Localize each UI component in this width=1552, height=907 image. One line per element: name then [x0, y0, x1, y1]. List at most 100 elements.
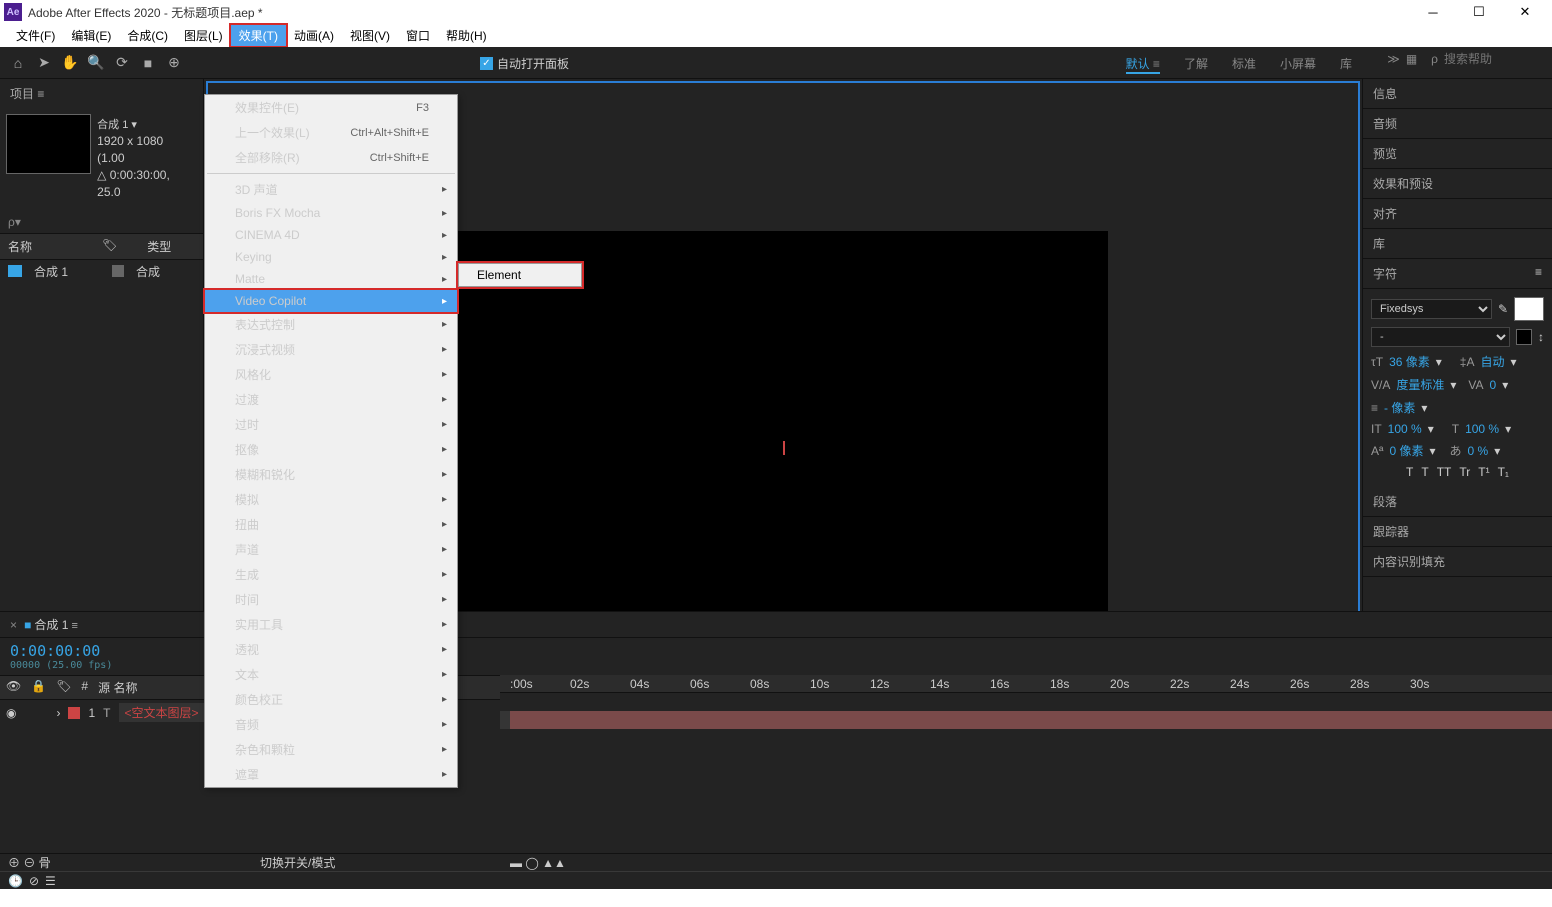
- menu-category[interactable]: 过渡▸: [205, 387, 457, 412]
- menu-category[interactable]: 颜色校正▸: [205, 687, 457, 712]
- menu-category[interactable]: 生成▸: [205, 562, 457, 587]
- toggle-switches[interactable]: 切换开关/模式: [260, 854, 335, 871]
- home-icon[interactable]: ⌂: [8, 53, 28, 73]
- auto-open-panel-checkbox[interactable]: ✓ 自动打开面板: [480, 55, 569, 72]
- layer-color[interactable]: [68, 707, 80, 719]
- menu-category[interactable]: 抠像▸: [205, 437, 457, 462]
- menu-category[interactable]: Keying▸: [205, 246, 457, 268]
- menu-category[interactable]: 声道▸: [205, 537, 457, 562]
- menu-category[interactable]: Boris FX Mocha▸: [205, 202, 457, 224]
- selection-tool-icon[interactable]: ➤: [34, 53, 54, 73]
- project-search[interactable]: ρ▾: [0, 211, 203, 233]
- fill-color[interactable]: [1514, 297, 1544, 321]
- kerning[interactable]: 度量标准: [1396, 376, 1444, 393]
- menu-1[interactable]: 编辑(E): [63, 25, 119, 46]
- eye-icon[interactable]: 👁: [6, 679, 21, 696]
- status-icon-2[interactable]: ⊘: [29, 874, 39, 888]
- col-type[interactable]: 类型: [147, 238, 171, 255]
- layer-name[interactable]: <空文本图层>: [119, 703, 205, 722]
- leading[interactable]: 自动: [1480, 353, 1504, 370]
- menu-category[interactable]: 实用工具▸: [205, 612, 457, 637]
- menu-category[interactable]: 风格化▸: [205, 362, 457, 387]
- menu-category[interactable]: 3D 声道▸: [205, 177, 457, 202]
- menu-category[interactable]: Matte▸: [205, 268, 457, 290]
- menu-category[interactable]: 模糊和锐化▸: [205, 462, 457, 487]
- text-style[interactable]: T: [1406, 465, 1413, 479]
- rotate-tool-icon[interactable]: ⟳: [112, 53, 132, 73]
- project-row[interactable]: 合成 1 合成: [0, 260, 203, 283]
- stroke-width[interactable]: - 像素: [1384, 399, 1415, 416]
- tracking[interactable]: 0: [1490, 378, 1497, 392]
- workspace-默认[interactable]: 默认 ≡: [1126, 55, 1160, 74]
- workspace-小屏幕[interactable]: 小屏幕: [1280, 55, 1316, 74]
- menu-category[interactable]: 表达式控制▸: [205, 312, 457, 337]
- source-name-header[interactable]: 源 名称: [98, 679, 137, 696]
- eyedropper-icon[interactable]: ✎: [1498, 302, 1508, 316]
- panel-库[interactable]: 库: [1363, 229, 1552, 259]
- menu-category[interactable]: 文本▸: [205, 662, 457, 687]
- baseline[interactable]: 0 像素: [1389, 442, 1423, 459]
- status-icon[interactable]: 🕒: [8, 874, 23, 888]
- timeline-timecode[interactable]: 0:00:00:00: [10, 642, 100, 660]
- menu-6[interactable]: 视图(V): [342, 25, 398, 46]
- menu-8[interactable]: 帮助(H): [438, 25, 495, 46]
- visibility-toggle[interactable]: ◉: [6, 706, 16, 720]
- menu-icon[interactable]: ≫: [1387, 52, 1400, 66]
- anchor-tool-icon[interactable]: ⊕: [164, 53, 184, 73]
- menu-2[interactable]: 合成(C): [119, 25, 176, 46]
- panel-效果和预设[interactable]: 效果和预设: [1363, 169, 1552, 199]
- menu-category[interactable]: 透视▸: [205, 637, 457, 662]
- menu-category[interactable]: 遮罩▸: [205, 762, 457, 787]
- menu-3[interactable]: 图层(L): [176, 25, 231, 46]
- font-size[interactable]: 36 像素: [1389, 353, 1430, 370]
- viewer-canvas[interactable]: [458, 231, 1108, 651]
- timeline-ruler[interactable]: :00s02s04s06s08s10s12s14s16s18s20s22s24s…: [500, 675, 1552, 693]
- panel-预览[interactable]: 预览: [1363, 139, 1552, 169]
- stroke-color[interactable]: [1516, 329, 1532, 345]
- layer-bar[interactable]: [510, 711, 1552, 729]
- submenu-element[interactable]: Element: [459, 264, 581, 286]
- menu-item[interactable]: 全部移除(R)Ctrl+Shift+E: [205, 145, 457, 170]
- menu-category[interactable]: 音频▸: [205, 712, 457, 737]
- menu-category[interactable]: 杂色和颗粒▸: [205, 737, 457, 762]
- text-style[interactable]: T₁: [1498, 465, 1509, 479]
- panel-跟踪器[interactable]: 跟踪器: [1363, 517, 1552, 547]
- panel-音频[interactable]: 音频: [1363, 109, 1552, 139]
- status-icon-3[interactable]: ☰: [45, 874, 56, 888]
- workspace-了解[interactable]: 了解: [1184, 55, 1208, 74]
- panel-对齐[interactable]: 对齐: [1363, 199, 1552, 229]
- camera-tool-icon[interactable]: ■: [138, 53, 158, 73]
- hand-tool-icon[interactable]: ✋: [60, 53, 80, 73]
- text-style[interactable]: T: [1421, 465, 1428, 479]
- font-family-select[interactable]: Fixedsys: [1371, 299, 1492, 319]
- maximize-button[interactable]: ☐: [1456, 0, 1502, 24]
- text-style[interactable]: T¹: [1478, 465, 1489, 479]
- text-style[interactable]: TT: [1437, 465, 1452, 479]
- text-style[interactable]: Tr: [1459, 465, 1470, 479]
- grid-icon[interactable]: ▦: [1406, 52, 1417, 66]
- vscale[interactable]: 100 %: [1388, 422, 1422, 436]
- zoom-tool-icon[interactable]: 🔍: [86, 53, 106, 73]
- minimize-button[interactable]: ─: [1410, 0, 1456, 24]
- timeline-tab[interactable]: × ■ 合成 1 ≡: [0, 612, 88, 637]
- panel-内容识别填充[interactable]: 内容识别填充: [1363, 547, 1552, 577]
- workspace-标准[interactable]: 标准: [1232, 55, 1256, 74]
- tl-tool-icon[interactable]: ⊕ ⊖ 骨: [8, 854, 51, 871]
- menu-category[interactable]: 沉浸式视频▸: [205, 337, 457, 362]
- panel-字符[interactable]: 字符≡: [1363, 259, 1552, 289]
- menu-7[interactable]: 窗口: [398, 25, 438, 46]
- hscale[interactable]: 100 %: [1465, 422, 1499, 436]
- menu-category[interactable]: Video Copilot▸: [205, 290, 457, 312]
- font-style-select[interactable]: -: [1371, 327, 1510, 347]
- col-name[interactable]: 名称: [8, 238, 32, 255]
- close-icon[interactable]: ×: [10, 618, 17, 632]
- menu-item[interactable]: 效果控件(E)F3: [205, 95, 457, 120]
- workspace-库[interactable]: 库: [1340, 55, 1352, 74]
- project-tab[interactable]: 项目 ≡: [0, 79, 203, 108]
- search-help-input[interactable]: [1444, 52, 1544, 66]
- menu-category[interactable]: 扭曲▸: [205, 512, 457, 537]
- tsume[interactable]: 0 %: [1468, 444, 1489, 458]
- menu-item[interactable]: 上一个效果(L)Ctrl+Alt+Shift+E: [205, 120, 457, 145]
- menu-4[interactable]: 效果(T): [231, 25, 286, 46]
- menu-category[interactable]: CINEMA 4D▸: [205, 224, 457, 246]
